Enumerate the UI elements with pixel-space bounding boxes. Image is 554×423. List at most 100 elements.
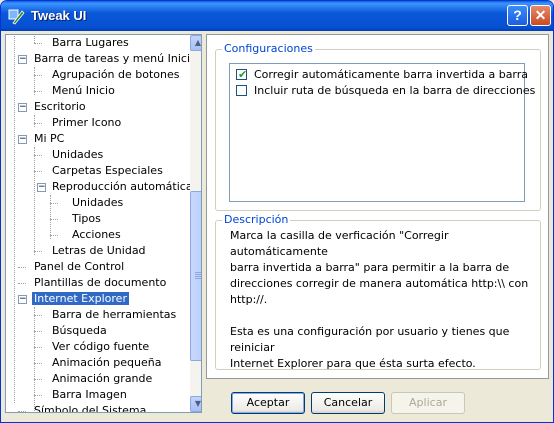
tree-item-label: Ver código fuente: [52, 340, 150, 353]
chevron-up-icon: ▲: [194, 38, 202, 47]
tree-item-label: Carpetas Especiales: [52, 164, 163, 177]
tree-line: [50, 235, 58, 236]
tree-line: [18, 283, 26, 284]
tree-line: [18, 267, 26, 268]
tweak-ui-app-icon: [8, 9, 25, 25]
tree-item-label: Reproducción automática: [52, 180, 193, 193]
tree-item-escritorio[interactable]: Escritorio: [32, 99, 88, 115]
collapse-icon[interactable]: −: [18, 55, 27, 64]
scroll-up-button[interactable]: ▲: [190, 35, 202, 51]
grip-icon: [195, 272, 201, 273]
tree-line: [34, 35, 35, 43]
tree-line: [18, 411, 26, 412]
tree-item-mi-pc[interactable]: Mi PC: [32, 131, 66, 147]
tree-item-label: Animación grande: [52, 372, 153, 385]
tree-item-barra-de-herramientas[interactable]: Barra de herramientas: [50, 307, 178, 323]
tree-item-letras-de-unidad[interactable]: Letras de Unidad: [50, 243, 148, 259]
tree-line: [34, 43, 42, 44]
tree-item-autoplay-unidades[interactable]: Unidades: [70, 195, 125, 211]
tree-item-label: Barra Imagen: [52, 388, 127, 401]
cancel-button[interactable]: Cancelar: [311, 392, 385, 414]
tree-item-label: Unidades: [72, 196, 124, 209]
configuraciones-list[interactable]: ✔ Corregir automáticamente barra inverti…: [229, 63, 535, 202]
tree-item-label: Animación pequeña: [52, 356, 162, 369]
tree-item-label: Internet Explorer: [32, 292, 129, 305]
tree-item-label: Mi PC: [34, 132, 65, 145]
scroll-down-button[interactable]: ▼: [190, 396, 201, 412]
tree-item-label: Agrupación de botones: [52, 68, 180, 81]
tree-item-barra-lugares[interactable]: Barra Lugares: [50, 35, 131, 51]
tree-item-barra-de-tareas[interactable]: Barra de tareas y menú Inicio: [32, 51, 199, 67]
help-icon: ?: [513, 7, 522, 23]
tree-scrollbar[interactable]: ▲ ▼: [190, 35, 202, 412]
tree-item-animacion-pequena[interactable]: Animación pequeña: [50, 355, 164, 371]
collapse-icon[interactable]: −: [18, 295, 27, 304]
descripcion-group: Descripción Marca la casilla de verficac…: [215, 213, 541, 370]
tree-line: [34, 251, 42, 252]
tree-item-label: Primer Icono: [52, 116, 122, 129]
title-bar[interactable]: Tweak UI ? ✕: [1, 1, 553, 31]
tree-line: [50, 203, 58, 204]
tree-item-label: Panel de Control: [34, 260, 125, 273]
collapse-icon[interactable]: −: [18, 103, 27, 112]
tree-item-acciones[interactable]: Acciones: [70, 227, 123, 243]
apply-button: Aplicar: [391, 392, 465, 414]
checkmark-icon: ✔: [238, 68, 248, 81]
window-title: Tweak UI: [31, 8, 87, 23]
tree-item-panel-de-control[interactable]: Panel de Control: [32, 259, 126, 275]
tree-line: [34, 171, 42, 172]
descripcion-title: Descripción: [222, 213, 291, 226]
tree-item-label: Barra de tareas y menú Inicio: [34, 52, 197, 65]
tree-item-label: Barra Lugares: [52, 36, 129, 49]
tree-item-barra-imagen[interactable]: Barra Imagen: [50, 387, 129, 403]
option-label: Incluir ruta de búsqueda en la barra de …: [254, 84, 536, 97]
scroll-thumb[interactable]: [190, 191, 201, 361]
collapse-icon[interactable]: −: [18, 135, 27, 144]
settings-tree[interactable]: − − − − − Barra Lugares Barra de tareas …: [5, 34, 202, 413]
tree-item-reproduccion-automatica[interactable]: Reproducción automática: [50, 179, 195, 195]
tree-item-animacion-grande[interactable]: Animación grande: [50, 371, 154, 387]
tree-item-label: Menú Inicio: [52, 84, 115, 97]
close-icon: ✕: [534, 7, 547, 23]
tree-item-label: Búsqueda: [52, 324, 107, 337]
tree-item-plantillas-de-documento[interactable]: Plantillas de documento: [32, 275, 168, 291]
close-button[interactable]: ✕: [530, 5, 551, 26]
tree-line: [34, 155, 42, 156]
tree-item-unidades[interactable]: Unidades: [50, 147, 105, 163]
tree-item-carpetas-especiales[interactable]: Carpetas Especiales: [50, 163, 165, 179]
help-button[interactable]: ?: [507, 5, 528, 26]
tree-line: [50, 195, 51, 239]
collapse-icon[interactable]: −: [37, 183, 46, 192]
tree-item-busqueda[interactable]: Búsqueda: [50, 323, 109, 339]
tree-item-label: Letras de Unidad: [52, 244, 146, 257]
tree-line: [34, 315, 42, 316]
tree-line: [34, 379, 42, 380]
tree-line: [14, 35, 15, 403]
tree-item-label: Símbolo del Sistema: [34, 404, 147, 413]
accept-button[interactable]: Aceptar: [231, 392, 305, 414]
tree-item-primer-icono[interactable]: Primer Icono: [50, 115, 123, 131]
grip-icon: [195, 278, 201, 279]
tree-line: [34, 91, 42, 92]
option-label: Corregir automáticamente barra invertida…: [254, 68, 529, 81]
tree-item-label: Unidades: [52, 148, 104, 161]
tree-item-internet-explorer[interactable]: Internet Explorer: [32, 291, 129, 307]
tree-item-label: Tipos: [72, 212, 101, 225]
tree-line: [34, 147, 35, 255]
grip-icon: [195, 276, 201, 277]
settings-panel: Configuraciones ✔ Corregir automáticamen…: [206, 34, 549, 379]
tree-item-agrupacion-botones[interactable]: Agrupación de botones: [50, 67, 182, 83]
tree-item-menu-inicio[interactable]: Menú Inicio: [50, 83, 117, 99]
tree-item-simbolo-del-sistema[interactable]: Símbolo del Sistema: [32, 403, 148, 413]
tree-line: [34, 363, 42, 364]
grip-icon: [195, 274, 201, 275]
tree-line: [50, 219, 58, 220]
tree-item-ver-codigo-fuente[interactable]: Ver código fuente: [50, 339, 151, 355]
checkbox-checked[interactable]: ✔: [236, 68, 248, 81]
tree-item-label: Barra de herramientas: [52, 308, 177, 321]
checkbox-unchecked[interactable]: [236, 85, 247, 96]
configuraciones-title: Configuraciones: [222, 42, 315, 55]
tree-line: [34, 75, 42, 76]
tree-item-label: Acciones: [72, 228, 121, 241]
tree-item-tipos[interactable]: Tipos: [70, 211, 103, 227]
